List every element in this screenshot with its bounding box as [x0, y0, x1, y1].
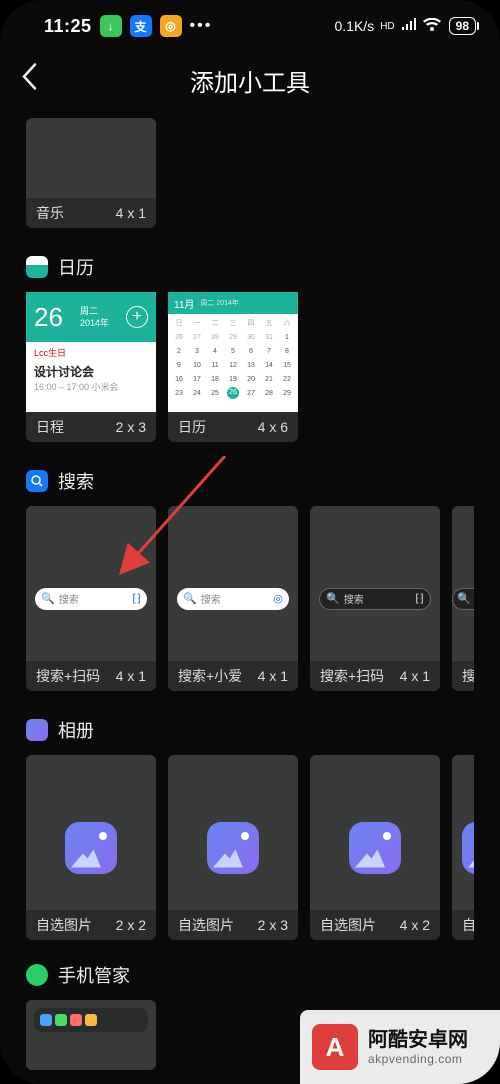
widget-list: 音乐 4 x 1 日历 26 周二 2014年 [0, 118, 500, 1070]
widget-search-ai-dark[interactable]: 🔍 搜索 搜索+小爱 [452, 506, 474, 691]
battery-level: 98 [456, 19, 469, 33]
section-search: 搜索 🔍 搜索 ⁅⁆ 搜索+扫码 4 x 1 🔍 [26, 468, 474, 691]
search-icon: 🔍 [183, 592, 197, 605]
widget-name: 自选图片 [178, 915, 234, 935]
widget-name: 搜索+小爱 [462, 666, 474, 686]
agenda-event-title: 设计讨论会 [34, 363, 148, 380]
widget-calendar-month[interactable]: 11月 周二 2014年 日一二三四五六 2627282930311 23456… [168, 292, 298, 442]
photo-icon [207, 822, 259, 874]
section-title: 日历 [58, 254, 94, 280]
ai-icon: ◎ [273, 592, 283, 605]
agenda-weekday: 周二 [80, 306, 98, 316]
agenda-year: 2014年 [80, 318, 109, 328]
calendar-grid: 日一二三四五六 2627282930311 2345678 9101112131… [168, 314, 298, 412]
widget-album-4x2[interactable]: 自选图片 4 x 2 [310, 755, 440, 940]
section-title: 搜索 [58, 468, 94, 494]
add-event-icon[interactable]: + [126, 306, 148, 328]
cal-month: 11月 [174, 296, 194, 311]
scan-icon: ⁅⁆ [415, 592, 424, 605]
battery-indicator: 98 [449, 17, 476, 35]
widget-name: 自选图片 [36, 915, 92, 935]
album-section-icon [26, 719, 48, 741]
search-placeholder: 搜索 [344, 591, 412, 606]
brand-logo-icon: A [312, 1024, 358, 1070]
status-bar: 11:25 ↓ 支 ◎ ••• 0.1K/s HD 98 [0, 6, 500, 42]
widget-name: 搜索+小爱 [178, 666, 242, 686]
widget-music[interactable]: 音乐 4 x 1 [26, 118, 156, 228]
section-album: 相册 自选图片 2 x 2 自选图片 2 x 3 [26, 717, 474, 940]
search-placeholder: 搜索 [201, 591, 269, 606]
calendar-icon [26, 256, 48, 278]
section-title: 手机管家 [58, 962, 130, 988]
agenda-day: 26 [34, 302, 63, 333]
widget-search-scan-light[interactable]: 🔍 搜索 ⁅⁆ 搜索+扫码 4 x 1 [26, 506, 156, 691]
widget-album-partial[interactable]: 自选图片 [452, 755, 474, 940]
widget-name: 音乐 [36, 203, 64, 223]
signal-icon [401, 18, 417, 35]
widget-size: 4 x 1 [258, 668, 288, 684]
net-speed: 0.1K/s [334, 18, 374, 34]
widget-album-2x3[interactable]: 自选图片 2 x 3 [168, 755, 298, 940]
widget-name: 搜索+扫码 [320, 666, 384, 686]
cal-sub: 周二 2014年 [200, 298, 239, 308]
scan-icon: ⁅⁆ [132, 592, 141, 605]
widget-name: 搜索+扫码 [36, 666, 100, 686]
guard-section-icon [26, 964, 48, 986]
widget-search-ai-light[interactable]: 🔍 搜索 ◎ 搜索+小爱 4 x 1 [168, 506, 298, 691]
agenda-meta: 周二 2014年 [80, 305, 109, 329]
search-icon: 🔍 [326, 592, 340, 605]
widget-size: 2 x 3 [116, 419, 146, 435]
section-calendar: 日历 26 周二 2014年 + Lcc生日 设计讨论会 [26, 254, 474, 442]
widget-search-scan-dark[interactable]: 🔍 搜索 ⁅⁆ 搜索+扫码 4 x 1 [310, 506, 440, 691]
page-title: 添加小工具 [190, 63, 310, 98]
section-title: 相册 [58, 717, 94, 743]
search-icon: 🔍 [457, 592, 471, 605]
app-icon-1: ↓ [100, 15, 122, 37]
photo-icon [65, 822, 117, 874]
back-button[interactable] [20, 63, 40, 98]
more-icon: ••• [190, 17, 213, 35]
nav-header: 添加小工具 [0, 48, 500, 112]
wifi-icon [423, 18, 441, 35]
agenda-birthday: Lcc生日 [34, 346, 148, 359]
widget-size: 4 x 1 [400, 668, 430, 684]
photo-icon [462, 822, 474, 874]
agenda-event-time: 16:00 – 17:00 小米会 [34, 380, 148, 393]
widget-name: 日程 [36, 417, 64, 437]
status-time: 11:25 [44, 16, 92, 37]
widget-size: 2 x 2 [116, 917, 146, 933]
widget-calendar-agenda[interactable]: 26 周二 2014年 + Lcc生日 设计讨论会 16:00 – 17:00 … [26, 292, 156, 442]
widget-size: 4 x 2 [400, 917, 430, 933]
calendar-today: 26 [227, 387, 239, 399]
widget-size: 4 x 1 [116, 668, 146, 684]
widget-name: 自选图片 [320, 915, 376, 935]
brand-site: akpvending.com [368, 1052, 468, 1066]
widget-guard[interactable] [26, 1000, 156, 1070]
phone-frame: 11:25 ↓ 支 ◎ ••• 0.1K/s HD 98 添加小工具 [0, 0, 500, 1084]
widget-size: 4 x 1 [116, 205, 146, 221]
search-placeholder: 搜索 [59, 591, 129, 606]
search-icon: 🔍 [41, 592, 55, 605]
widget-size: 2 x 3 [258, 917, 288, 933]
hd-icon: HD [380, 21, 394, 32]
alipay-icon: 支 [130, 15, 152, 37]
widget-name: 自选图片 [462, 915, 474, 935]
photo-icon [349, 822, 401, 874]
watermark: A 阿酷安卓网 akpvending.com [300, 1010, 500, 1084]
widget-name: 日历 [178, 417, 206, 437]
widget-size: 4 x 6 [258, 419, 288, 435]
brand-name: 阿酷安卓网 [368, 1028, 468, 1052]
search-section-icon [26, 470, 48, 492]
widget-album-2x2[interactable]: 自选图片 2 x 2 [26, 755, 156, 940]
weibo-icon: ◎ [160, 15, 182, 37]
guard-apps-icon [34, 1008, 148, 1032]
